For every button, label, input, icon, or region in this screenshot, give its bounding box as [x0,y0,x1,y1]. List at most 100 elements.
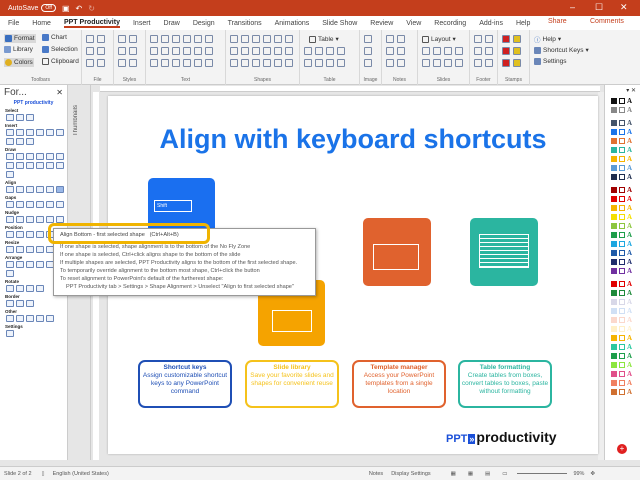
ribbon-tool-icon[interactable] [241,35,249,43]
outline-color-swatch[interactable] [619,106,625,113]
ribbon-tool-icon[interactable] [502,47,510,55]
table-button[interactable]: Table ▾ [309,35,339,43]
settings-tool-icon[interactable] [6,330,14,337]
draw-tool-icon[interactable] [16,162,24,169]
draw-tool-icon[interactable] [6,162,14,169]
color-swatch-row[interactable]: A [611,203,640,212]
insert-tool-icon[interactable] [26,129,34,136]
color-swatch-row[interactable]: A [611,378,640,387]
shortcut-keys-button[interactable]: Shortcut Keys ▾ [534,46,589,54]
font-color-swatch[interactable]: A [627,343,632,351]
minimize-button[interactable]: – [570,2,575,12]
zoom-level[interactable]: 99% [573,471,584,477]
template-icon-tile[interactable] [363,218,431,286]
ribbon-tool-icon[interactable] [183,47,191,55]
font-color-swatch[interactable]: A [627,361,632,369]
undo-icon[interactable]: ↶ [76,4,83,13]
tab-file[interactable]: File [8,20,19,27]
share-button[interactable]: Share [548,18,567,25]
ribbon-tool-icon[interactable] [241,47,249,55]
ribbon-tool-icon[interactable] [513,47,521,55]
outline-color-swatch[interactable] [619,249,625,256]
colors-button[interactable]: Colors [4,58,34,67]
ribbon-tool-icon[interactable] [337,47,345,55]
ribbon-tool-icon[interactable] [241,59,249,67]
ribbon-tool-icon[interactable] [263,59,271,67]
arrange-tool-icon[interactable] [36,261,44,268]
ribbon-tool-icon[interactable] [263,47,271,55]
fill-color-swatch[interactable] [611,298,617,305]
fill-color-swatch[interactable] [611,334,617,341]
ribbon-tool-icon[interactable] [326,47,334,55]
gaps-tool-icon[interactable] [26,201,34,208]
gaps-tool-icon[interactable] [56,201,64,208]
fill-color-swatch[interactable] [611,343,617,350]
font-color-swatch[interactable]: A [627,325,632,333]
ribbon-tool-icon[interactable] [386,47,394,55]
outline-color-swatch[interactable] [619,370,625,377]
tab-design[interactable]: Design [193,20,215,27]
outline-color-swatch[interactable] [619,155,625,162]
color-swatch-row[interactable]: A [611,136,640,145]
outline-color-swatch[interactable] [619,316,625,323]
color-swatch-row[interactable]: A [611,266,640,275]
fill-color-swatch[interactable] [611,325,617,332]
align-tool-icon[interactable] [56,186,64,193]
ribbon-tool-icon[interactable] [172,47,180,55]
arrange-tool-icon[interactable] [16,261,24,268]
ribbon-tool-icon[interactable] [397,35,405,43]
ribbon-tool-icon[interactable] [326,59,334,67]
nudge-tool-icon[interactable] [6,216,14,223]
draw-tool-icon[interactable] [46,153,54,160]
settings-button[interactable]: Settings [534,58,567,65]
font-color-swatch[interactable]: A [627,119,632,127]
color-swatch-row[interactable]: A [611,172,640,181]
fill-color-swatch[interactable] [611,258,617,265]
font-color-swatch[interactable]: A [627,249,632,257]
color-swatch-row[interactable]: A [611,360,640,369]
nudge-tool-icon[interactable] [16,216,24,223]
draw-tool-icon[interactable] [56,153,64,160]
other-tool-icon[interactable] [36,315,44,322]
selection-button[interactable]: Selection [42,46,78,53]
outline-color-swatch[interactable] [619,137,625,144]
resize-tool-icon[interactable] [6,246,14,253]
ribbon-tool-icon[interactable] [252,59,260,67]
font-color-swatch[interactable]: A [627,388,632,396]
color-swatch-row[interactable]: A [611,333,640,342]
ribbon-tool-icon[interactable] [161,35,169,43]
color-swatch-row[interactable]: A [611,315,640,324]
ribbon-tool-icon[interactable] [474,59,482,67]
align-tool-icon[interactable] [46,186,54,193]
tab-transitions[interactable]: Transitions [228,20,262,27]
fill-color-swatch[interactable] [611,146,617,153]
font-color-swatch[interactable]: A [627,231,632,239]
other-tool-icon[interactable] [6,315,14,322]
draw-tool-icon[interactable] [6,153,14,160]
ribbon-tool-icon[interactable] [274,35,282,43]
outline-color-swatch[interactable] [619,280,625,287]
nudge-tool-icon[interactable] [46,216,54,223]
ribbon-tool-icon[interactable] [285,35,293,43]
font-color-swatch[interactable]: A [627,164,632,172]
ribbon-tool-icon[interactable] [337,59,345,67]
ribbon-tool-icon[interactable] [285,59,293,67]
draw-tool-icon[interactable] [56,162,64,169]
ribbon-tool-icon[interactable] [194,47,202,55]
display-settings-button[interactable]: Display Settings [391,471,430,477]
outline-color-swatch[interactable] [619,128,625,135]
fill-color-swatch[interactable] [611,204,617,211]
ribbon-tool-icon[interactable] [502,35,510,43]
arrange-tool-icon[interactable] [6,270,14,277]
ribbon-tool-icon[interactable] [474,47,482,55]
tab-help[interactable]: Help [516,20,530,27]
color-swatch-row[interactable]: A [611,127,640,136]
feature-box[interactable]: Template manager Access your PowerPoint t… [352,360,446,408]
ribbon-tool-icon[interactable] [502,59,510,67]
close-icon[interactable]: ✕ [56,88,63,97]
fill-color-swatch[interactable] [611,361,617,368]
align-tool-icon[interactable] [36,186,44,193]
close-button[interactable]: ✕ [620,2,628,13]
position-tool-icon[interactable] [36,231,44,238]
tab-insert[interactable]: Insert [133,20,151,27]
